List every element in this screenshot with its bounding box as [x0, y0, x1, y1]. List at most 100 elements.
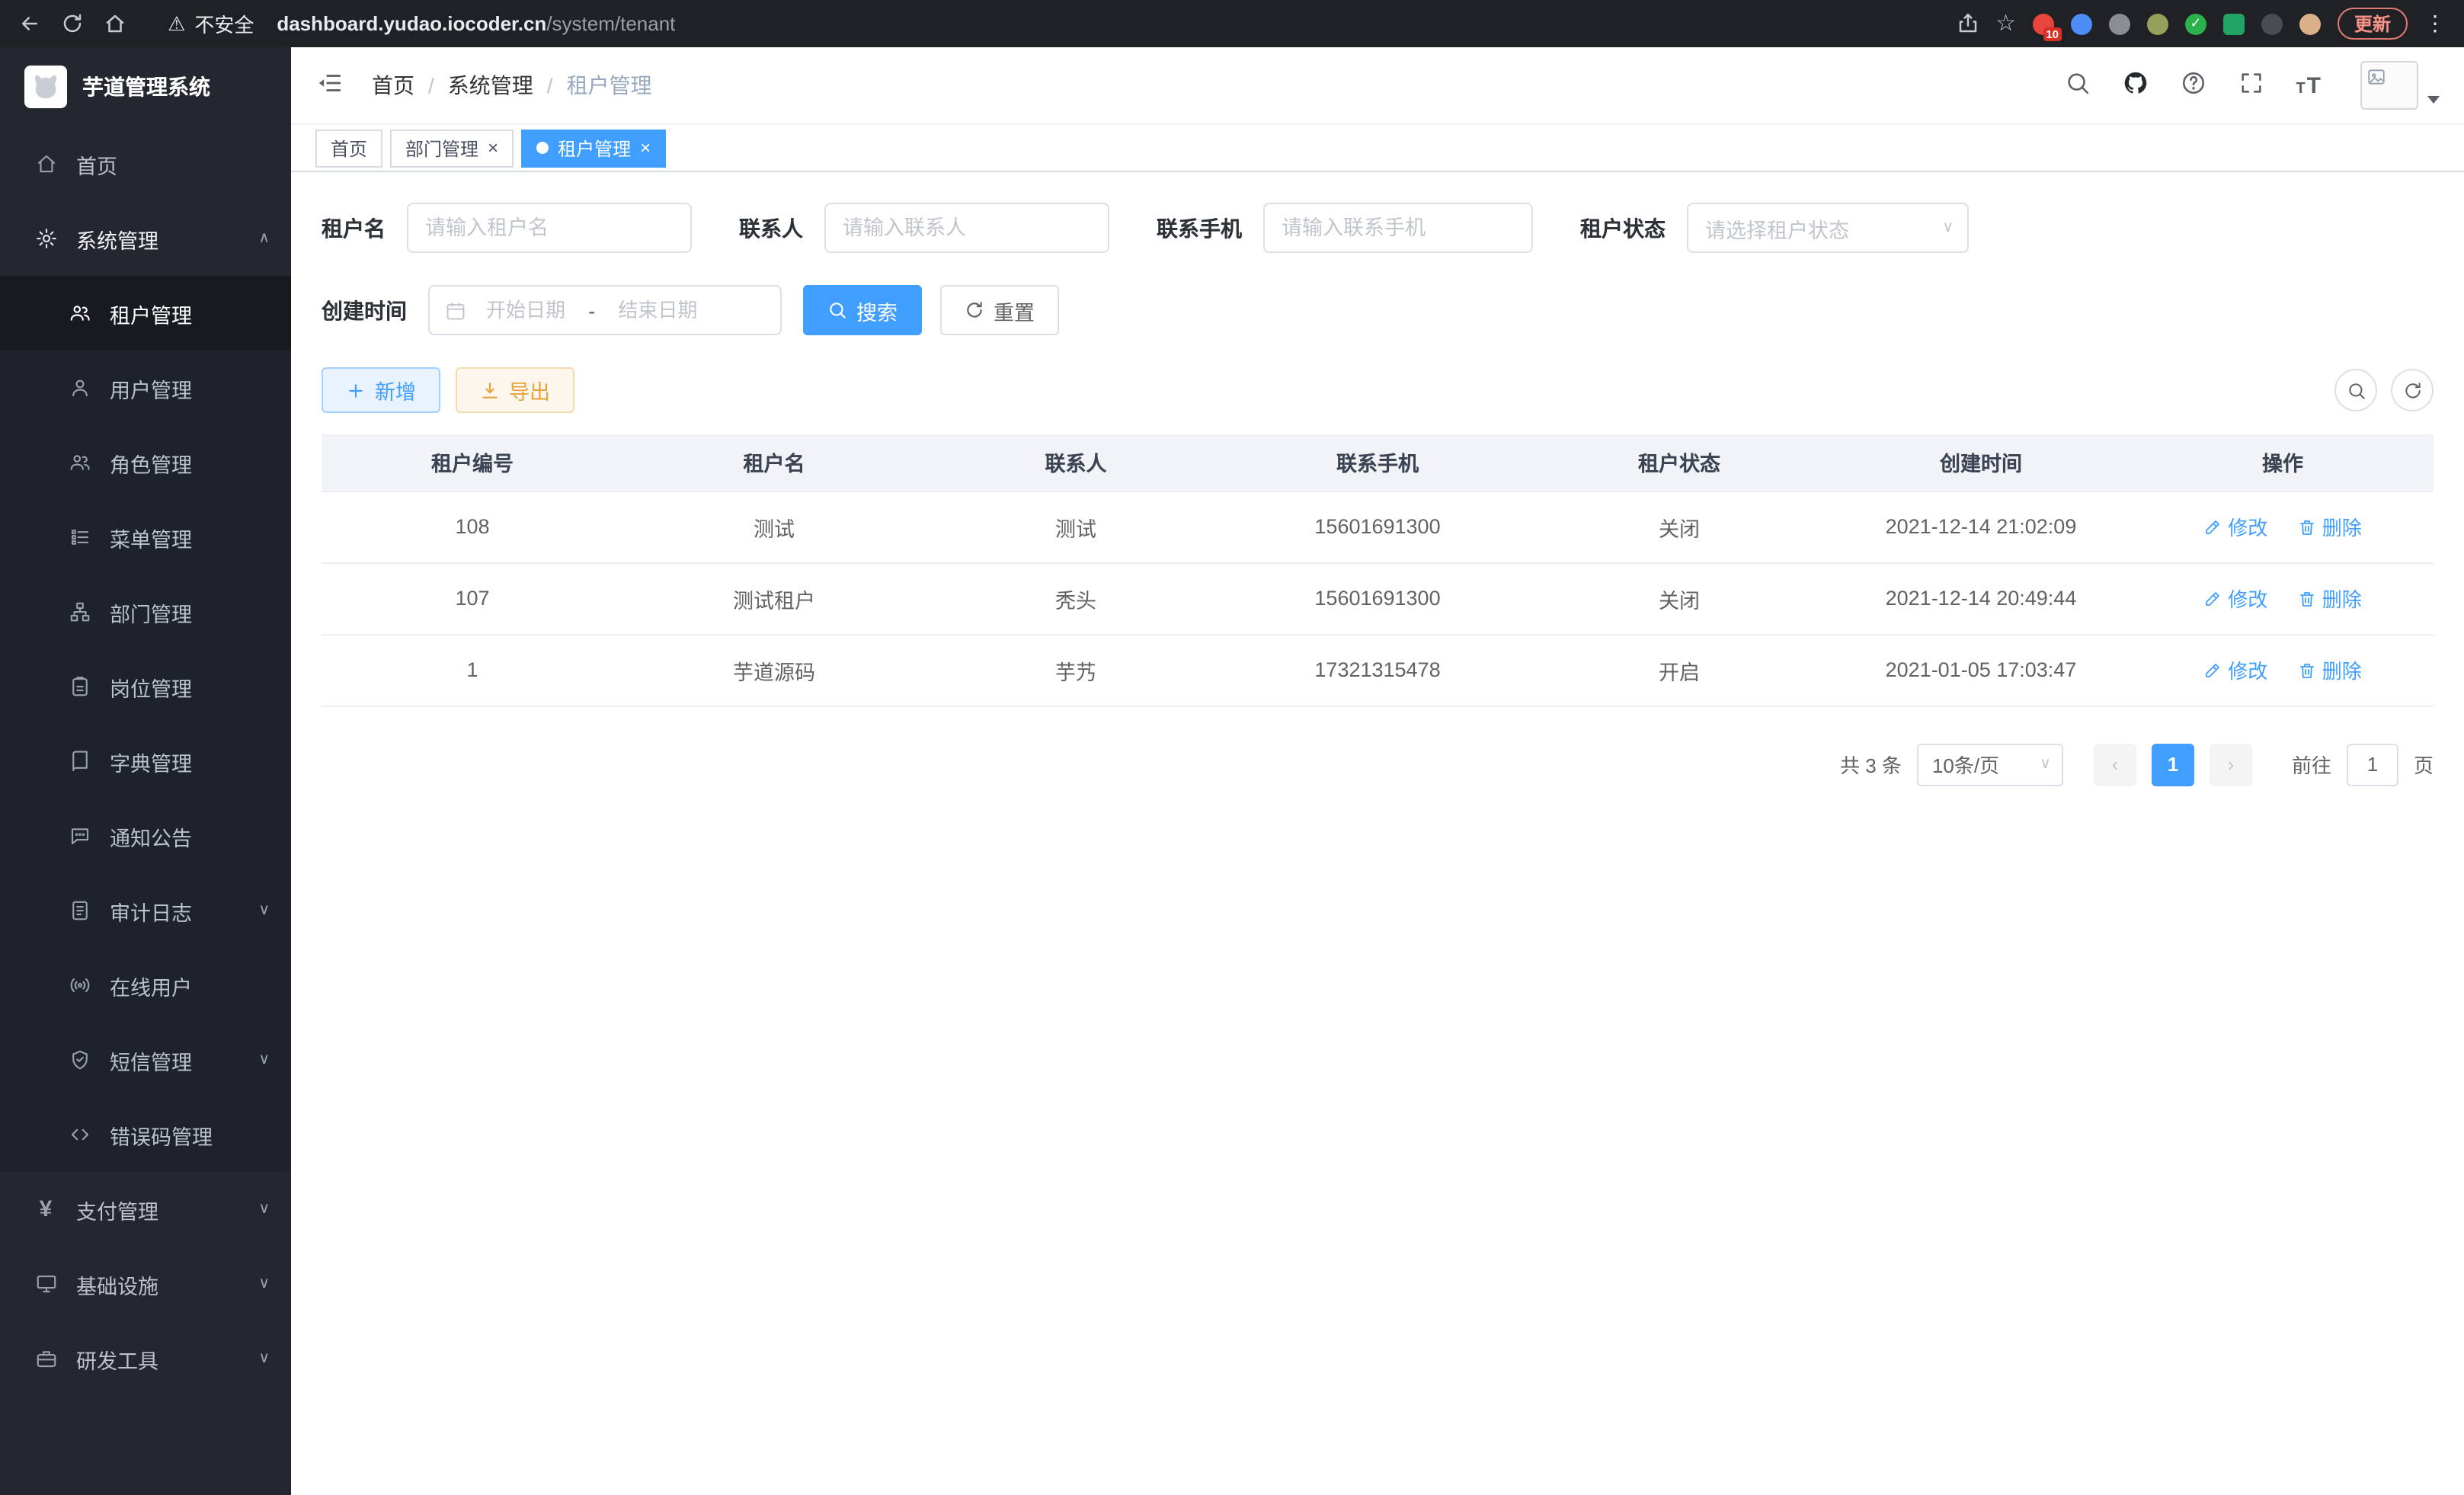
start-date-input[interactable] — [474, 299, 578, 322]
extension-icon[interactable]: ✓ — [2185, 13, 2206, 34]
delete-button[interactable]: 删除 — [2298, 512, 2362, 541]
add-button[interactable]: 新增 — [322, 367, 440, 413]
breadcrumb-separator: / — [547, 73, 553, 98]
security-chip[interactable]: ⚠ 不安全 — [168, 9, 254, 38]
update-button[interactable]: 更新 — [2338, 8, 2408, 40]
tab-home[interactable]: 首页 — [315, 129, 382, 167]
phone-input[interactable] — [1263, 203, 1533, 253]
sidebar-item-tenant-management[interactable]: 租户管理 — [0, 276, 291, 351]
chevron-down-icon: ∨ — [258, 902, 270, 919]
pagination: 共 3 条 10条/页 ∨ ‹ 1 › 前往 页 — [322, 743, 2434, 786]
contact-input[interactable] — [824, 203, 1109, 253]
gear-icon — [34, 227, 58, 250]
extensions-puzzle-icon[interactable] — [2261, 13, 2283, 34]
share-icon[interactable] — [1956, 12, 1979, 35]
topbar: 首页 / 系统管理 / 租户管理 TT — [291, 47, 2464, 125]
table-toolbar: 新增 导出 — [322, 367, 2434, 413]
extension-icon[interactable] — [2147, 13, 2168, 34]
sidebar-item-menu-management[interactable]: 菜单管理 — [0, 500, 291, 575]
help-icon[interactable] — [2180, 70, 2206, 101]
page-size-select[interactable]: 10条/页 ∨ — [1917, 743, 2063, 786]
reset-button[interactable]: 重置 — [940, 285, 1059, 335]
sidebar-item-dev-tools[interactable]: 研发工具 ∨ — [0, 1321, 291, 1396]
column-header: 租户名 — [623, 434, 925, 491]
sidebar-item-user-management[interactable]: 用户管理 — [0, 351, 291, 425]
sidebar-item-department-management[interactable]: 部门管理 — [0, 575, 291, 649]
column-header: 租户状态 — [1528, 434, 1830, 491]
logo[interactable]: 芋道管理系统 — [0, 47, 291, 126]
tags-view: 首页 部门管理 × 租户管理 × — [291, 125, 2464, 172]
sidebar-item-audit-log[interactable]: 审计日志 ∨ — [0, 873, 291, 948]
extension-icon[interactable] — [2109, 13, 2130, 34]
refresh-table-button[interactable] — [2391, 369, 2434, 411]
column-header: 联系人 — [925, 434, 1227, 491]
edit-button[interactable]: 修改 — [2203, 655, 2267, 684]
sidebar-item-online-users[interactable]: 在线用户 — [0, 948, 291, 1023]
extension-icon[interactable]: 10 — [2033, 13, 2054, 34]
tab-department-management[interactable]: 部门管理 × — [390, 129, 514, 167]
tenant-table: 租户编号 租户名 联系人 联系手机 租户状态 创建时间 操作 108 测试 — [322, 434, 2434, 706]
goto-page-input[interactable] — [2347, 743, 2398, 786]
sidebar-item-dict-management[interactable]: 字典管理 — [0, 724, 291, 799]
shell: 芋道管理系统 首页 系统管理 ∧ 租户管理 — [0, 47, 2464, 1495]
browser-right-cluster: ☆ 10 ✓ 更新 ⋮ — [1956, 8, 2446, 40]
chevron-down-icon: ∨ — [258, 1276, 270, 1292]
sidebar-item-post-management[interactable]: 岗位管理 — [0, 649, 291, 724]
prev-page-button[interactable]: ‹ — [2094, 743, 2136, 786]
status-select[interactable]: 请选择租户状态 ∨ — [1687, 203, 1969, 253]
contact-label: 联系人 — [739, 213, 803, 243]
sidebar-item-role-management[interactable]: 角色管理 — [0, 425, 291, 500]
chevron-down-icon: ∨ — [2040, 756, 2051, 773]
sidebar-item-notice[interactable]: 通知公告 — [0, 799, 291, 873]
refresh-icon[interactable] — [61, 12, 84, 35]
security-label: 不安全 — [194, 9, 254, 38]
phone-label: 联系手机 — [1157, 213, 1242, 243]
browser-home-icon[interactable] — [104, 12, 126, 35]
bookmark-star-icon[interactable]: ☆ — [1995, 12, 2016, 35]
sidebar-item-sms-management[interactable]: 短信管理 ∨ — [0, 1023, 291, 1097]
sidebar-item-infrastructure[interactable]: 基础设施 ∨ — [0, 1247, 291, 1321]
status-label: 租户状态 — [1580, 213, 1666, 243]
collapse-sidebar-icon[interactable] — [315, 69, 344, 102]
user-icon — [67, 376, 91, 399]
github-icon[interactable] — [2122, 70, 2148, 101]
avatar — [2360, 61, 2418, 110]
user-menu[interactable] — [2360, 61, 2440, 110]
breadcrumb-item[interactable]: 首页 — [372, 70, 414, 101]
close-icon[interactable]: × — [488, 139, 498, 157]
next-page-button[interactable]: › — [2210, 743, 2252, 786]
pagination-total: 共 3 条 — [1840, 750, 1902, 779]
export-button[interactable]: 导出 — [456, 367, 574, 413]
url-path: /system/tenant — [546, 12, 675, 35]
back-icon[interactable] — [18, 12, 41, 35]
page-number-1[interactable]: 1 — [2152, 743, 2194, 786]
delete-button[interactable]: 删除 — [2298, 655, 2362, 684]
extension-icon[interactable] — [2223, 13, 2245, 34]
tab-tenant-management[interactable]: 租户管理 × — [521, 129, 666, 167]
sidebar-item-home[interactable]: 首页 — [0, 126, 291, 201]
fullscreen-icon[interactable] — [2238, 70, 2264, 101]
delete-button[interactable]: 删除 — [2298, 584, 2362, 613]
profile-avatar-icon[interactable] — [2299, 13, 2321, 34]
sidebar-item-payment-management[interactable]: ¥ 支付管理 ∨ — [0, 1172, 291, 1247]
date-range-picker[interactable]: - — [428, 285, 782, 335]
error-code-icon — [67, 1123, 91, 1146]
edit-button[interactable]: 修改 — [2203, 584, 2267, 613]
home-icon — [34, 152, 58, 175]
hide-search-button[interactable] — [2334, 369, 2377, 411]
online-users-icon — [67, 974, 91, 997]
address-bar[interactable]: dashboard.yudao.iocoder.cn/system/tenant — [277, 12, 675, 35]
font-size-icon[interactable]: TT — [2296, 72, 2322, 98]
create-time-label: 创建时间 — [322, 295, 407, 325]
sidebar-item-system-management[interactable]: 系统管理 ∧ — [0, 201, 291, 276]
close-icon[interactable]: × — [640, 139, 651, 157]
tenant-name-input[interactable] — [407, 203, 692, 253]
warning-icon: ⚠ — [168, 11, 185, 36]
end-date-input[interactable] — [606, 299, 709, 322]
browser-menu-icon[interactable]: ⋮ — [2424, 11, 2446, 37]
search-button[interactable]: 搜索 — [803, 285, 922, 335]
edit-button[interactable]: 修改 — [2203, 512, 2267, 541]
search-icon[interactable] — [2064, 70, 2090, 101]
sidebar-item-error-code-management[interactable]: 错误码管理 — [0, 1097, 291, 1172]
extension-icon[interactable] — [2071, 13, 2092, 34]
